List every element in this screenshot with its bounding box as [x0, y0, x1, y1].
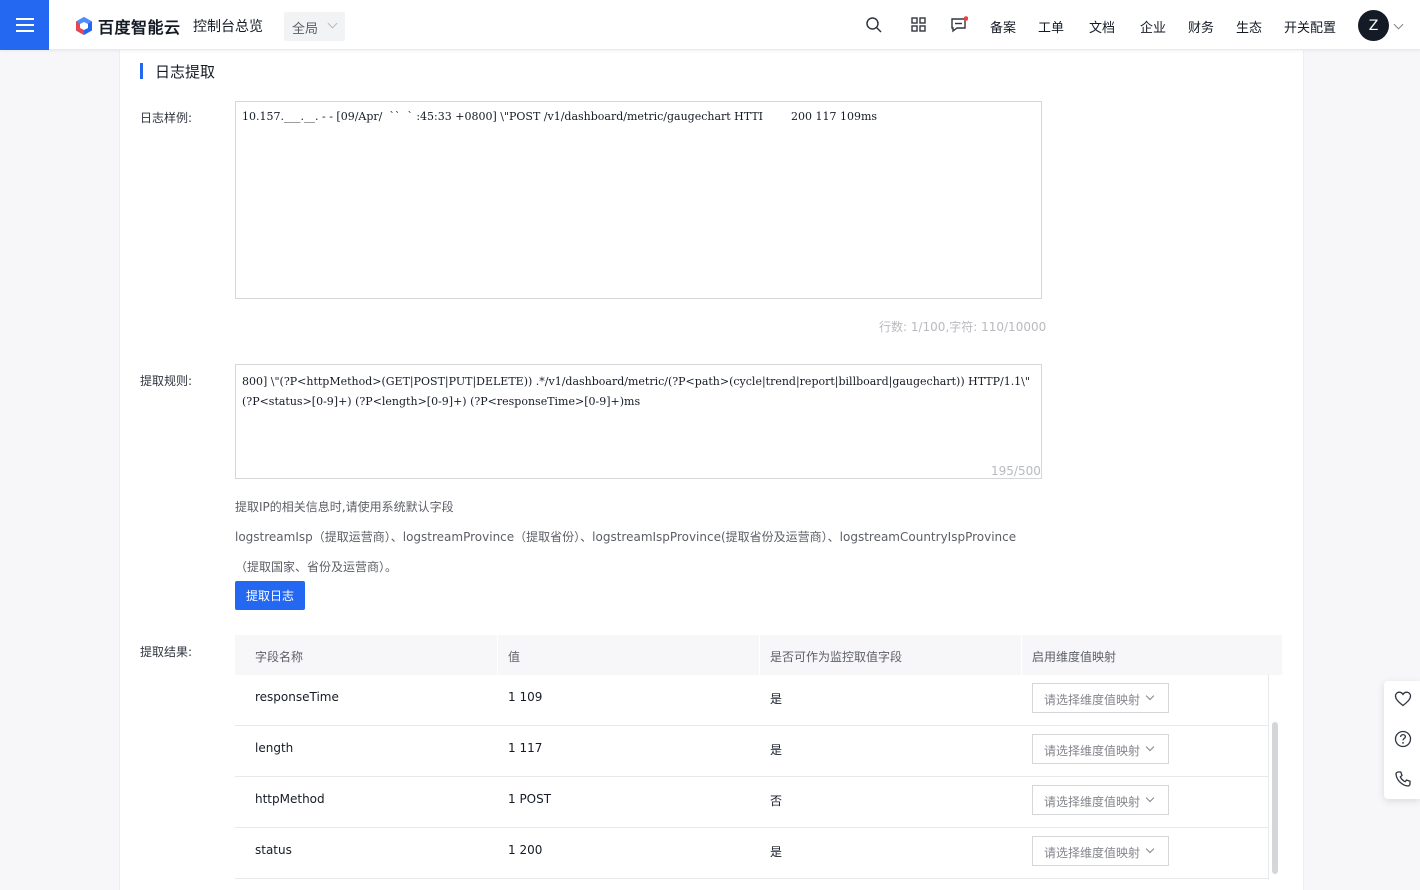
table-header: 字段名称 值 是否可作为监控取值字段 启用维度值映射 — [235, 635, 1282, 675]
nav-enterprise[interactable]: 企业 — [1140, 17, 1166, 36]
main-menu-button[interactable] — [0, 0, 49, 50]
chevron-down-icon — [1145, 844, 1155, 854]
field-name-cell: responseTime — [255, 690, 339, 704]
chevron-down-icon — [1145, 742, 1155, 752]
nav-ecosystem[interactable]: 生态 — [1236, 17, 1262, 36]
monitorable-cell: 否 — [770, 794, 783, 808]
top-navigation-bar: 百度智能云 控制台总览 全局 备案 工单 文档 企业 财务 生态 开关配置 Z — [0, 0, 1420, 50]
field-name-cell: length — [255, 741, 294, 755]
user-avatar[interactable]: Z — [1358, 10, 1389, 41]
rule-counter: 195/500 — [991, 464, 1041, 478]
dimension-mapping-select[interactable]: 请选择维度值映射 — [1032, 836, 1169, 866]
dimension-mapping-select[interactable]: 请选择维度值映射 — [1032, 734, 1169, 764]
value-cell: 1 117 — [508, 741, 543, 755]
section-title-accent — [140, 63, 143, 79]
nav-ticket[interactable]: 工单 — [1038, 17, 1064, 36]
field-name-cell: httpMethod — [255, 792, 325, 806]
apps-icon[interactable] — [910, 16, 928, 34]
console-overview-link[interactable]: 控制台总览 — [193, 16, 263, 36]
dimension-mapping-placeholder: 请选择维度值映射 — [1044, 693, 1141, 707]
nav-finance[interactable]: 财务 — [1188, 17, 1214, 36]
message-icon[interactable] — [950, 16, 968, 34]
hamburger-icon — [15, 18, 34, 32]
value-cell: 1 POST — [508, 792, 552, 806]
mapping-cell: 请选择维度值映射 — [1021, 675, 1282, 725]
baidu-cloud-logo-icon — [76, 17, 92, 35]
region-select[interactable]: 全局 — [284, 12, 345, 41]
table-row: length 1 117 是 请选择维度值映射 — [235, 726, 1282, 777]
column-header-value: 值 — [497, 635, 759, 675]
region-select-value: 全局 — [292, 22, 319, 37]
ip-fields-text-cont: （提取国家、省份及运营商）。 — [235, 560, 398, 574]
dimension-mapping-placeholder: 请选择维度值映射 — [1044, 846, 1141, 860]
nav-switch-config[interactable]: 开关配置 — [1284, 17, 1336, 36]
column-header-dimension-mapping: 启用维度值映射 — [1021, 635, 1282, 675]
mapping-cell: 请选择维度值映射 — [1021, 777, 1282, 827]
column-header-monitorable: 是否可作为监控取值字段 — [759, 635, 1021, 675]
dimension-mapping-placeholder: 请选择维度值映射 — [1044, 744, 1141, 758]
ip-hint-text: 提取IP的相关信息时,请使用系统默认字段 — [235, 500, 454, 514]
monitorable-cell: 是 — [770, 743, 783, 757]
table-row: httpMethod 1 POST 否 请选择维度值映射 — [235, 777, 1282, 828]
value-cell: 1 109 — [508, 690, 543, 704]
extract-log-button[interactable]: 提取日志 — [235, 581, 305, 610]
extraction-rule-textarea[interactable]: 800] \"(?P<httpMethod>(GET|POST|PUT|DELE… — [235, 364, 1042, 479]
ip-fields-text: logstreamIsp（提取运营商）、logstreamProvince（提取… — [235, 530, 1017, 544]
nav-docs[interactable]: 文档 — [1089, 17, 1115, 36]
chevron-down-icon — [1145, 793, 1155, 803]
phone-icon[interactable] — [1394, 770, 1412, 788]
dimension-mapping-placeholder: 请选择维度值映射 — [1044, 795, 1141, 809]
field-name-cell: status — [255, 843, 292, 857]
monitorable-cell: 是 — [770, 692, 783, 706]
chevron-down-icon[interactable] — [1393, 19, 1404, 30]
floating-tools-panel — [1384, 681, 1420, 799]
result-table: 字段名称 值 是否可作为监控取值字段 启用维度值映射 responseTime … — [235, 635, 1282, 879]
rule-label: 提取规则: — [140, 374, 193, 388]
sample-label: 日志样例: — [140, 111, 193, 125]
column-header-field-name: 字段名称 — [255, 650, 304, 664]
value-cell: 1 200 — [508, 843, 543, 857]
brand-name: 百度智能云 — [98, 18, 181, 37]
heart-icon[interactable] — [1394, 690, 1412, 708]
chevron-down-icon — [1145, 691, 1155, 701]
mapping-cell: 请选择维度值映射 — [1021, 726, 1282, 776]
sample-counter: 行数: 1/100,字符: 110/10000 — [879, 320, 1047, 334]
dimension-mapping-select[interactable]: 请选择维度值映射 — [1032, 683, 1169, 713]
result-label: 提取结果: — [140, 645, 193, 659]
monitorable-cell: 是 — [770, 845, 783, 859]
dimension-mapping-select[interactable]: 请选择维度值映射 — [1032, 785, 1169, 815]
table-row: responseTime 1 109 是 请选择维度值映射 — [235, 675, 1282, 726]
table-row: status 1 200 是 请选择维度值映射 — [235, 828, 1282, 879]
section-title-text: 日志提取 — [155, 62, 216, 81]
chevron-down-icon — [327, 18, 338, 29]
nav-filing[interactable]: 备案 — [990, 17, 1016, 36]
table-scrollbar-thumb[interactable] — [1272, 722, 1278, 874]
search-icon[interactable] — [865, 16, 883, 34]
log-sample-textarea[interactable]: 10.157.___.__. - - [09/Apr/ `` ` :45:33 … — [235, 101, 1042, 299]
help-icon[interactable] — [1394, 730, 1412, 748]
brand-logo[interactable]: 百度智能云 — [74, 15, 181, 37]
mapping-cell: 请选择维度值映射 — [1021, 828, 1282, 878]
section-title: 日志提取 — [140, 62, 216, 81]
